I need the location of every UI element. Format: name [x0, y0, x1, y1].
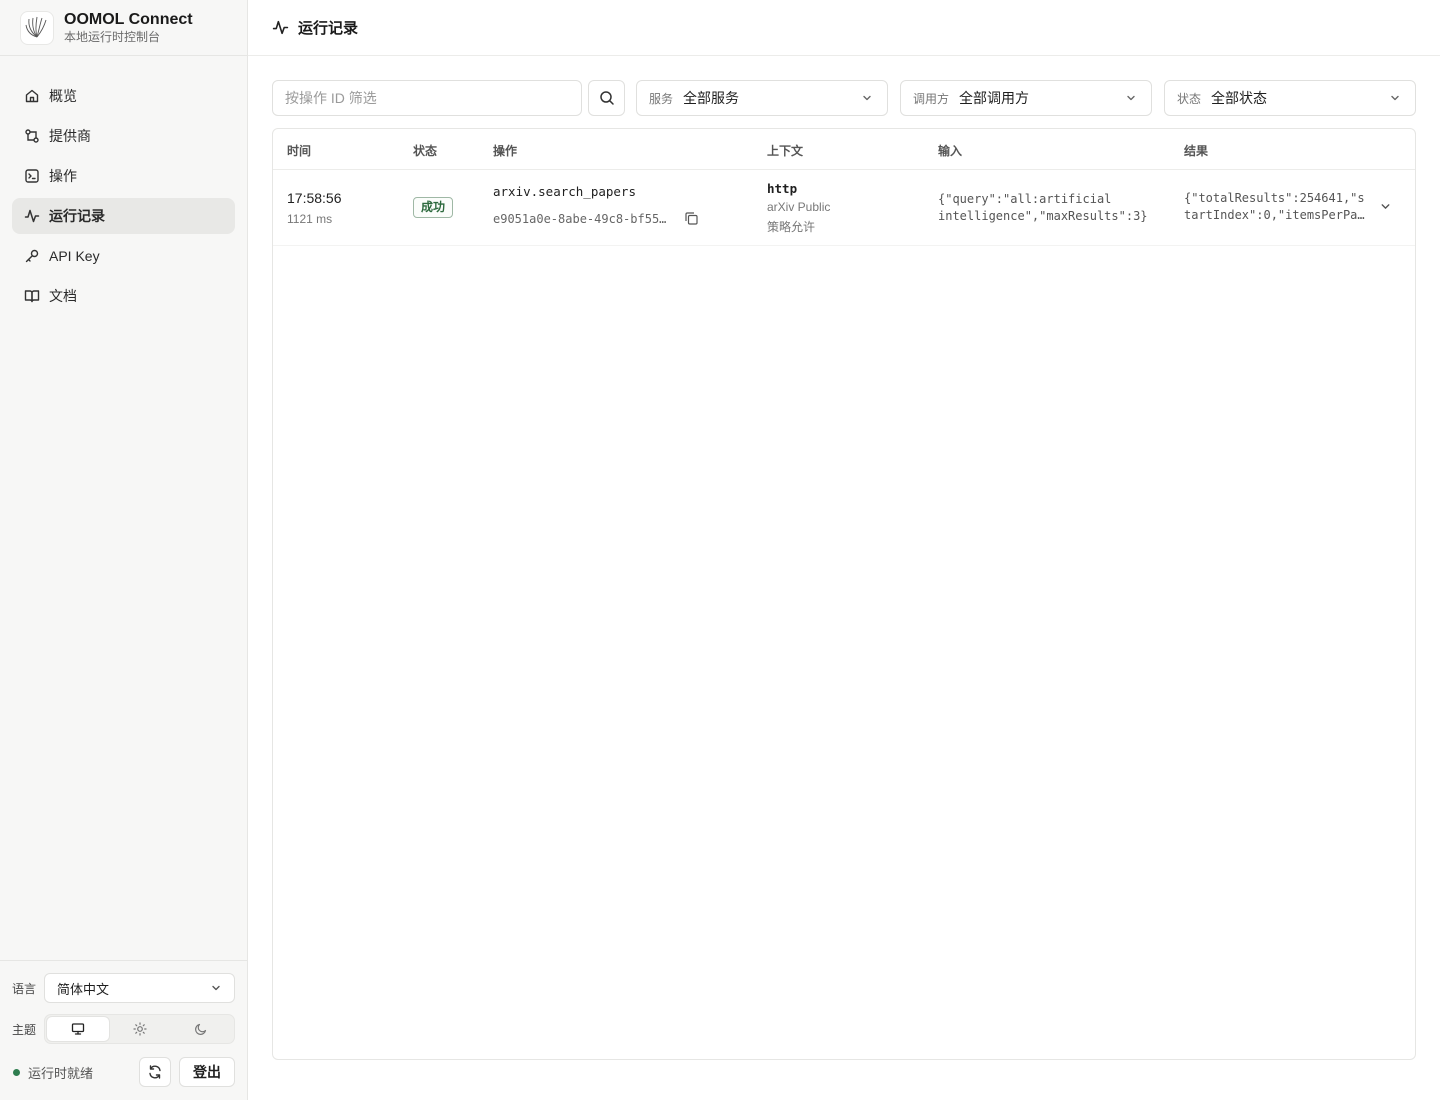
operation-cell: arxiv.search_papers e9051a0e-8abe-49c8-b… [493, 184, 699, 226]
chevron-down-icon [210, 982, 222, 994]
runs-table: 时间 状态 操作 上下文 输入 结果 17:58:56 1121 ms 成功 a… [272, 128, 1416, 1060]
providers-icon [24, 128, 40, 144]
theme-light-button[interactable] [109, 1017, 171, 1041]
sidebar-item-providers[interactable]: 提供商 [12, 118, 235, 154]
caller-filter-select[interactable]: 调用方 全部调用方 [900, 80, 1152, 116]
chevron-down-icon [1379, 200, 1392, 213]
column-header-result: 结果 [1184, 144, 1209, 158]
sidebar-nav: 概览 提供商 操作 运行记录 API Key 文档 [0, 56, 247, 314]
status-cell: 成功 [413, 197, 454, 218]
input-cell: {"query":"all:artificial intelligence","… [938, 191, 1148, 225]
table-row[interactable]: 17:58:56 1121 ms 成功 arxiv.search_papers … [273, 170, 1415, 246]
key-icon [24, 248, 40, 264]
column-header-status: 状态 [413, 144, 438, 158]
sidebar-footer: 语言 简体中文 主题 运行时就绪 登出 [0, 960, 247, 1100]
sidebar-item-label: 提供商 [49, 128, 91, 144]
refresh-icon [147, 1064, 163, 1080]
table-header: 时间 状态 操作 上下文 输入 结果 [273, 129, 1415, 170]
status-filter-select[interactable]: 状态 全部状态 [1164, 80, 1416, 116]
brand-title: OOMOL Connect [64, 11, 193, 28]
sidebar-item-label: 操作 [49, 168, 77, 184]
language-select[interactable]: 简体中文 [44, 973, 235, 1003]
status-filter-label: 状态 [1177, 91, 1202, 106]
sidebar-item-label: 文档 [49, 288, 77, 304]
sidebar-item-label: 运行记录 [49, 208, 105, 224]
monitor-icon [71, 1022, 85, 1036]
sun-icon [132, 1022, 147, 1036]
sidebar-item-operations[interactable]: 操作 [12, 158, 235, 194]
theme-label: 主题 [12, 1022, 37, 1037]
caller-filter-label: 调用方 [913, 91, 950, 106]
sidebar-item-label: API Key [49, 248, 100, 264]
service-filter-select[interactable]: 服务 全部服务 [636, 80, 888, 116]
operation-id: e9051a0e-8abe-49c8-bf55… [493, 211, 667, 226]
input-json-line: intelligence","maxResults":3} [938, 209, 1148, 223]
sidebar-item-overview[interactable]: 概览 [12, 78, 235, 114]
chevron-down-icon [1389, 92, 1401, 104]
context-source: arXiv Public [767, 200, 831, 214]
theme-switcher [44, 1014, 235, 1044]
chevron-down-icon [861, 92, 873, 104]
page-title: 运行记录 [298, 20, 359, 37]
moon-icon [194, 1022, 208, 1036]
filter-bar: 服务 全部服务 调用方 全部调用方 状态 全部状态 [272, 80, 1416, 116]
page-header: 运行记录 [248, 0, 1440, 56]
service-filter-label: 服务 [649, 91, 674, 106]
chevron-down-icon [1125, 92, 1137, 104]
logout-button[interactable]: 登出 [179, 1057, 235, 1087]
result-cell: {"totalResults":254641,"s tartIndex":0,"… [1184, 190, 1365, 224]
column-header-operation: 操作 [493, 144, 518, 158]
search-button[interactable] [588, 80, 625, 116]
column-header-input: 输入 [938, 144, 963, 158]
sidebar-item-label: 概览 [49, 88, 77, 104]
operation-id-search-input[interactable] [272, 80, 582, 116]
oomol-logo-icon [20, 10, 54, 45]
expand-row-button[interactable] [1379, 200, 1392, 213]
sidebar-item-runs[interactable]: 运行记录 [12, 198, 235, 234]
terminal-icon [24, 168, 40, 184]
status-filter-value: 全部状态 [1211, 90, 1268, 106]
language-value: 简体中文 [57, 981, 110, 997]
context-policy: 策略允许 [767, 220, 816, 234]
refresh-button[interactable] [139, 1057, 171, 1087]
service-filter-value: 全部服务 [683, 90, 740, 106]
theme-dark-button[interactable] [170, 1017, 232, 1041]
sidebar-item-docs[interactable]: 文档 [12, 278, 235, 314]
main-content: 运行记录 服务 全部服务 调用方 全部调用方 状态 全部状态 [248, 0, 1440, 1100]
context-type: http [767, 181, 798, 196]
result-json-line: {"totalResults":254641,"s [1184, 191, 1365, 205]
column-header-context: 上下文 [767, 144, 804, 158]
status-badge: 成功 [413, 197, 454, 218]
search-icon [599, 90, 615, 106]
theme-system-button[interactable] [47, 1017, 109, 1041]
home-icon [24, 88, 40, 104]
sidebar-item-api-key[interactable]: API Key [12, 238, 235, 274]
brand-subtitle: 本地运行时控制台 [64, 30, 161, 44]
brand-header: OOMOL Connect 本地运行时控制台 [0, 0, 247, 56]
run-duration: 1121 ms [287, 212, 333, 226]
time-cell: 17:58:56 1121 ms [287, 190, 342, 226]
input-json-line: {"query":"all:artificial [938, 192, 1112, 206]
result-json-line: tartIndex":0,"itemsPerPa… [1184, 208, 1365, 222]
activity-icon [24, 208, 40, 224]
operation-name: arxiv.search_papers [493, 184, 636, 199]
activity-icon [272, 19, 289, 36]
context-cell: http arXiv Public 策略允许 [767, 181, 830, 235]
runtime-status-dot [13, 1068, 20, 1076]
sidebar: OOMOL Connect 本地运行时控制台 概览 提供商 操作 运行记录 AP… [0, 0, 248, 1100]
runtime-status-text: 运行时就绪 [28, 1065, 94, 1081]
column-header-time: 时间 [287, 144, 312, 158]
book-icon [24, 288, 40, 304]
copy-icon[interactable] [684, 211, 699, 226]
language-label: 语言 [12, 981, 37, 996]
caller-filter-value: 全部调用方 [959, 90, 1030, 106]
run-time: 17:58:56 [287, 190, 342, 206]
